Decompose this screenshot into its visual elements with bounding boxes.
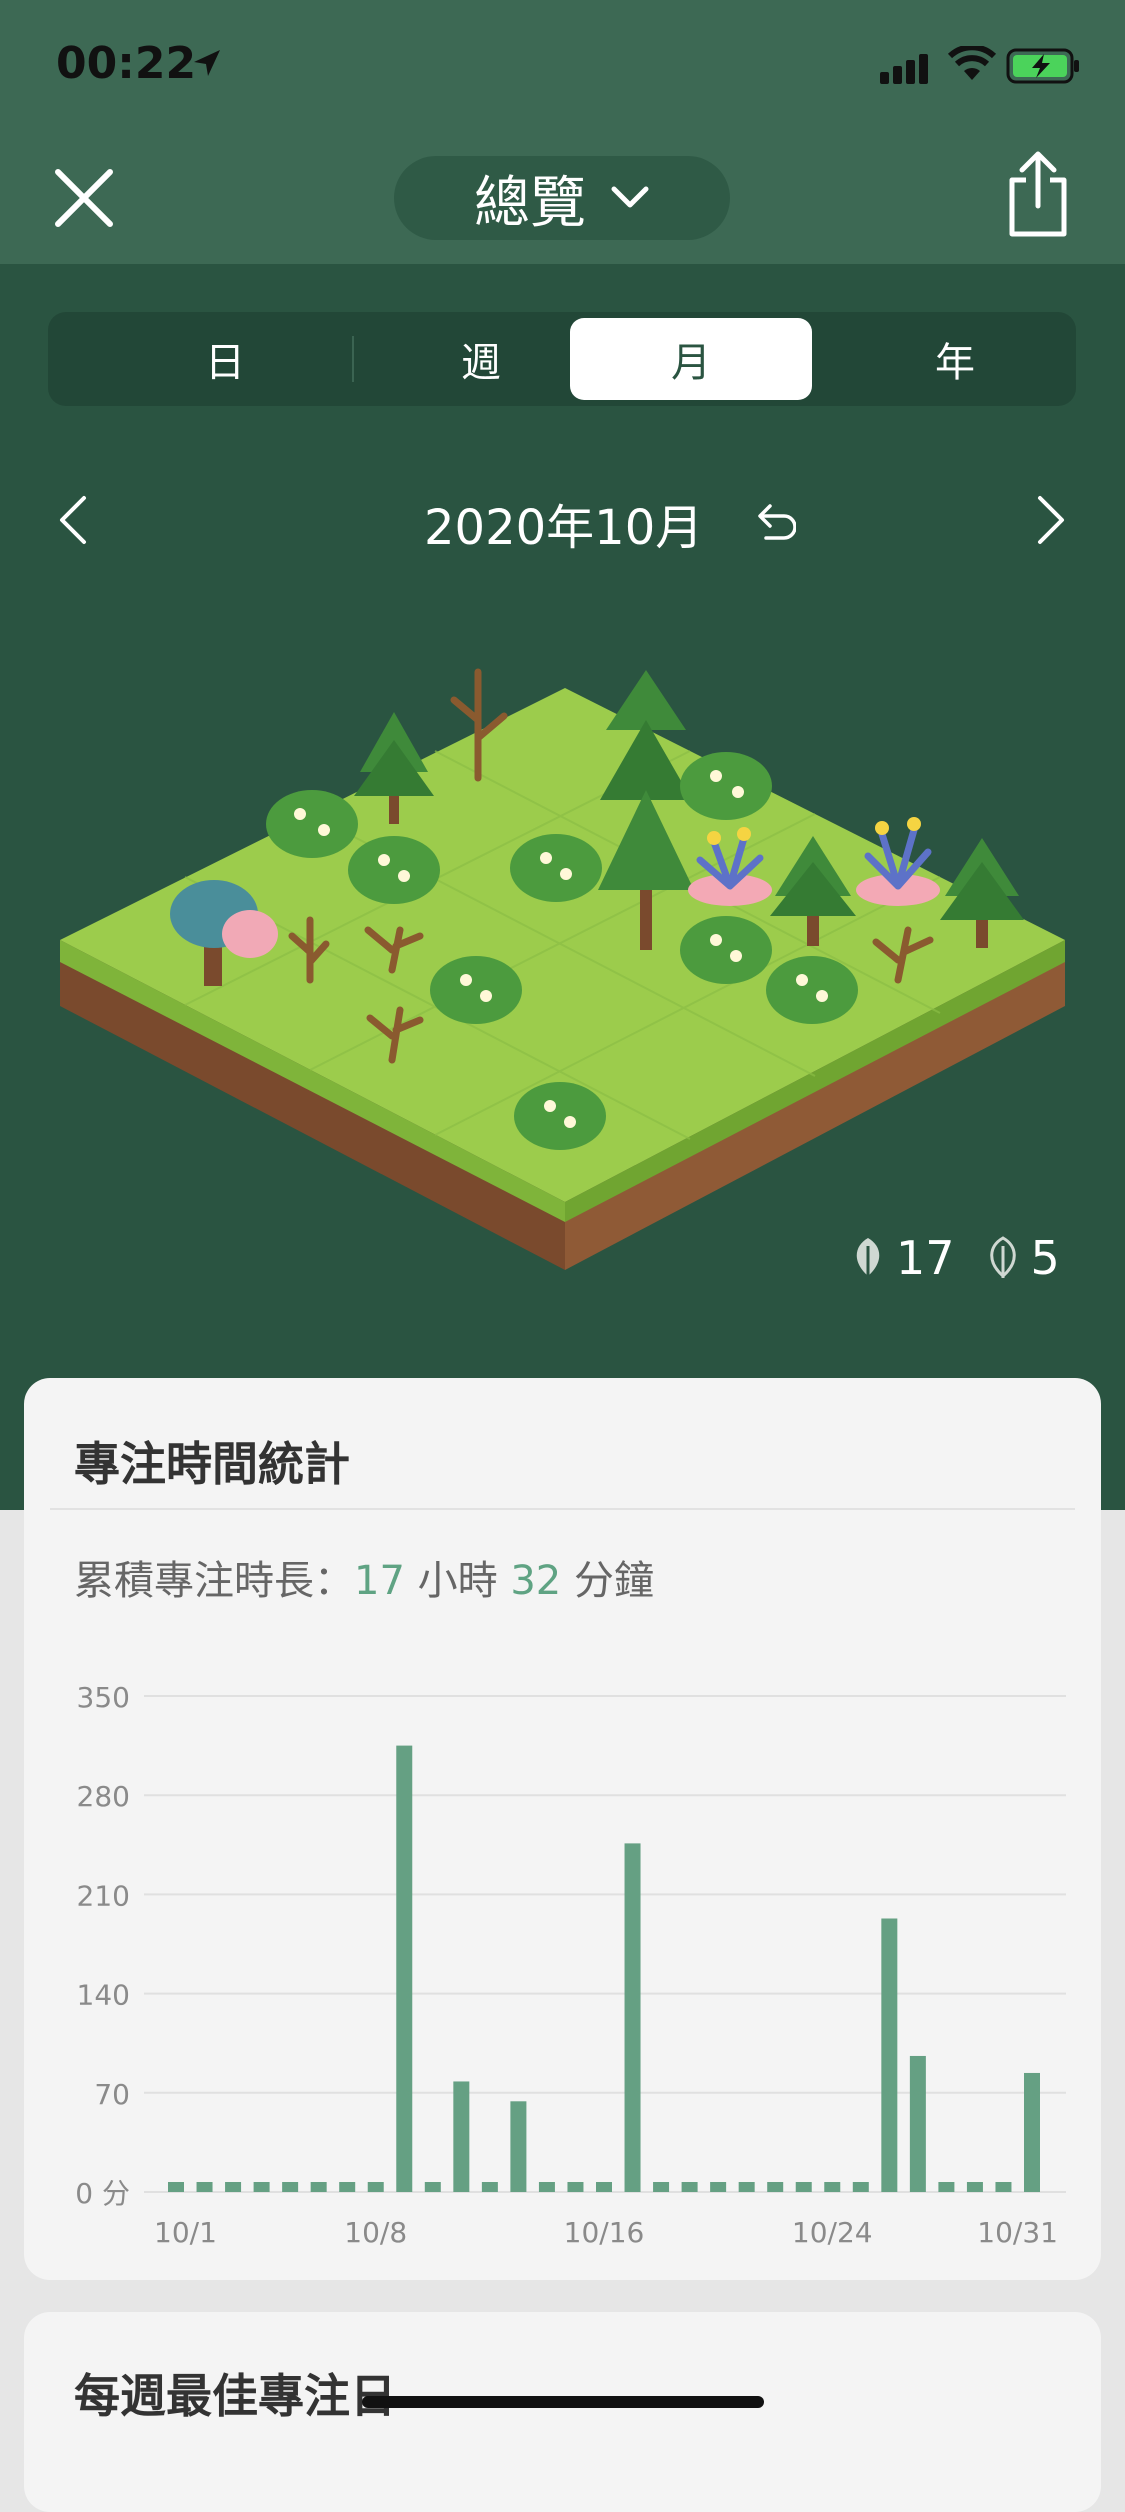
chart-bar <box>852 2182 869 2192</box>
chart-bar <box>710 2182 727 2192</box>
status-bar: 00:22 <box>0 0 1125 140</box>
x-tick-label: 10/16 <box>564 2216 645 2248</box>
close-button[interactable] <box>50 164 118 232</box>
chart-bar <box>624 1843 641 2192</box>
y-tick-label: 280 <box>77 1780 130 1813</box>
chart-bar <box>367 2182 384 2192</box>
chart-bar <box>567 2182 584 2192</box>
chart-bar <box>596 2182 612 2192</box>
y-tick-label: 350 <box>77 1681 130 1714</box>
weekly-best-card: 每週最佳專注日 <box>24 2312 1101 2512</box>
chart-bar <box>339 2182 356 2192</box>
status-time: 00:22 <box>56 38 197 89</box>
chart-bar <box>424 2182 441 2192</box>
minutes-unit: 分鐘 <box>561 1558 654 1604</box>
chart-bar <box>282 2182 299 2192</box>
tab-divider <box>352 336 354 382</box>
chart-bar <box>881 1918 898 2192</box>
forest-illustration <box>60 668 1065 1270</box>
chart-bar <box>909 2055 926 2192</box>
home-indicator <box>362 2396 764 2408</box>
healthy-count-value: 17 <box>896 1231 955 1285</box>
chart-bar <box>966 2182 983 2192</box>
chart-bar <box>453 2081 470 2192</box>
focus-stats-card: 專注時間統計 累積專注時長：17 小時 32 分鐘 350 280 210 140 70… <box>24 1378 1101 2280</box>
chart-bar <box>824 2182 841 2192</box>
tab-day[interactable]: 日 <box>104 318 346 400</box>
x-tick-label: 10/31 <box>977 2216 1058 2248</box>
overview-dropdown[interactable]: 總覽 <box>394 156 730 240</box>
chevron-down-icon <box>611 186 649 208</box>
chart-bar <box>168 2182 184 2192</box>
hours-unit: 小時 <box>404 1558 511 1604</box>
focus-bar-chart: 350 280 210 140 70 0 分 10/1 10/8 10/16 10/24 10/31 <box>75 1681 1066 2248</box>
chart-bar <box>795 2182 812 2192</box>
previous-month-button[interactable] <box>56 494 88 546</box>
chart-bar <box>510 2101 527 2192</box>
withered-count-value: 5 <box>1030 1231 1060 1285</box>
tab-month[interactable]: 月 <box>570 318 812 400</box>
date-navigator: 2020年10月 <box>0 480 1125 560</box>
withered-leaf-icon <box>989 1236 1016 1278</box>
total-hours: 17 <box>354 1558 405 1604</box>
cellular-signal-icon <box>880 54 928 84</box>
chart-bar <box>196 2182 213 2192</box>
wifi-icon <box>948 46 996 80</box>
tab-year[interactable]: 年 <box>834 318 1076 400</box>
chart-bar <box>481 2182 498 2192</box>
chart-bar <box>253 2182 270 2192</box>
weekly-card-title: 每週最佳專注日 <box>74 2369 396 2423</box>
location-arrow-icon <box>194 50 220 76</box>
next-month-button[interactable] <box>1036 494 1068 546</box>
x-tick-label: 10/1 <box>154 2216 217 2248</box>
y-tick-label: 210 <box>77 1879 130 1912</box>
healthy-tree-count: 17 <box>850 1231 955 1285</box>
card-divider <box>50 1508 1075 1510</box>
summary-label: 累積專注時長： <box>74 1558 354 1604</box>
card-title: 專注時間統計 <box>74 1437 350 1491</box>
return-today-icon[interactable] <box>752 502 796 542</box>
total-minutes: 32 <box>510 1558 562 1604</box>
tree-counts: 17 5 <box>850 1228 1090 1288</box>
chart-bar <box>767 2182 784 2192</box>
withered-tree-count: 5 <box>985 1231 1060 1285</box>
chart-bar <box>681 2182 698 2192</box>
chart-bar <box>653 2182 670 2192</box>
current-month-label: 2020年10月 <box>424 500 704 556</box>
healthy-leaf-icon <box>856 1238 880 1278</box>
tab-week[interactable]: 週 <box>360 318 602 400</box>
overview-title: 總覽 <box>474 170 586 236</box>
chart-bar <box>310 2182 327 2192</box>
chart-bar <box>995 2182 1012 2192</box>
period-tabs: 日 週 月 年 <box>48 312 1076 406</box>
chart-bar <box>225 2182 242 2192</box>
battery-charging-icon <box>1006 48 1079 84</box>
chart-bar <box>538 2182 555 2192</box>
chart-bar <box>396 1745 413 2192</box>
chart-bar <box>938 2182 955 2192</box>
chart-bar <box>738 2182 755 2192</box>
y-tick-label: 0 分 <box>75 2177 130 2210</box>
header: 00:22 總覽 <box>0 0 1125 264</box>
chart-bar <box>1024 2072 1040 2192</box>
y-tick-label: 140 <box>77 1979 130 2012</box>
x-tick-label: 10/8 <box>344 2216 407 2248</box>
total-focus-summary: 累積專注時長：17 小時 32 分鐘 <box>74 1548 654 1606</box>
share-button[interactable] <box>1002 150 1074 240</box>
x-tick-label: 10/24 <box>792 2216 873 2248</box>
y-tick-label: 70 <box>94 2078 130 2111</box>
